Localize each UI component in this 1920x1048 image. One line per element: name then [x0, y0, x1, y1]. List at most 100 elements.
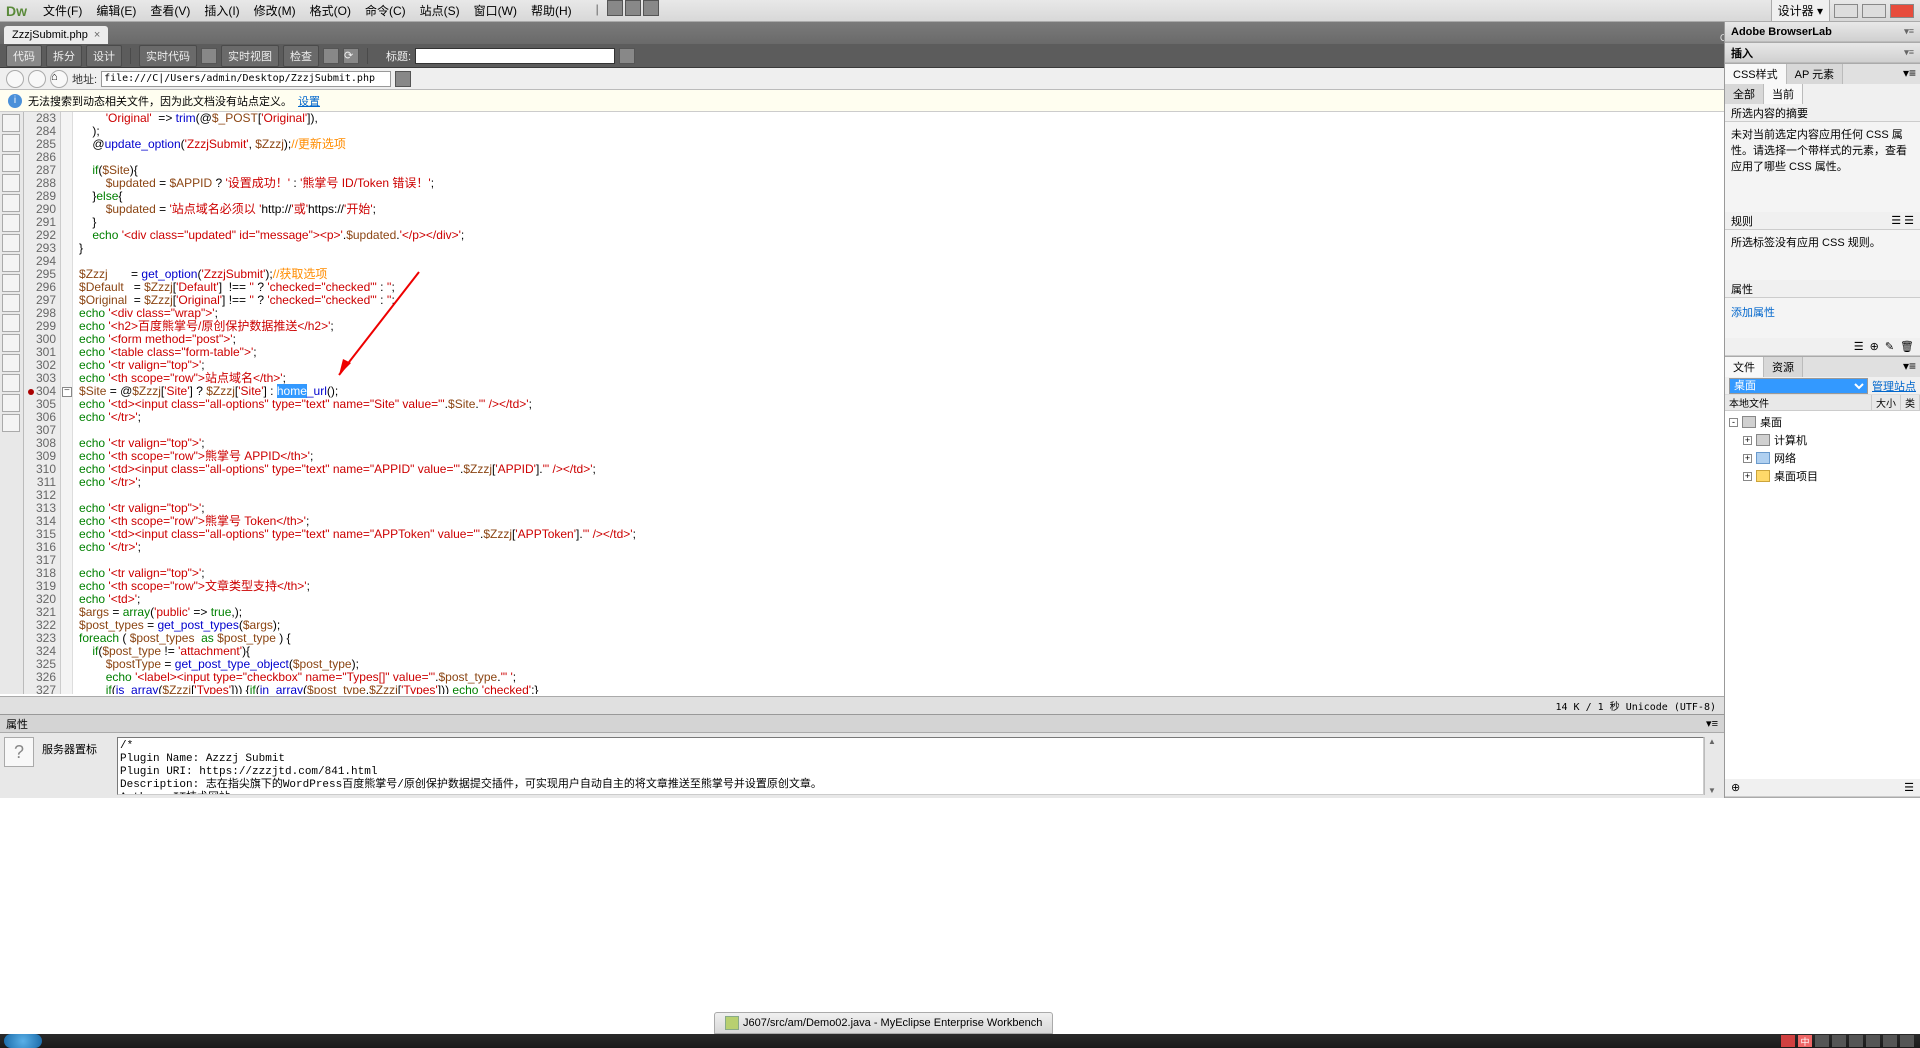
nav-fwd-icon[interactable] — [28, 70, 46, 88]
eclipse-title: J607/src/am/Demo02.java - MyEclipse Ente… — [743, 1017, 1042, 1029]
files-tab[interactable]: 文件 — [1725, 357, 1764, 377]
props-label: 服务器置标 — [42, 737, 97, 795]
ap-elements-tab[interactable]: AP 元素 — [1787, 64, 1844, 84]
properties-tab[interactable]: 属性 — [6, 716, 28, 732]
system-tray: 中 — [1781, 1035, 1920, 1047]
menu-commands[interactable]: 命令(C) — [359, 0, 412, 21]
code-tool[interactable] — [2, 194, 20, 212]
view-livecode-button[interactable]: 实时代码 — [139, 45, 197, 67]
main-menus: 文件(F) 编辑(E) 查看(V) 插入(I) 修改(M) 格式(O) 命令(C… — [37, 0, 659, 21]
css-tool-icon[interactable]: ⊕ — [1870, 340, 1879, 353]
code-tool[interactable] — [2, 214, 20, 232]
site-dropdown[interactable]: 桌面 — [1729, 378, 1868, 394]
designer-dropdown[interactable]: 设计器 ▾ — [1771, 0, 1830, 22]
close-button[interactable] — [1890, 4, 1914, 18]
fold-gutter — [61, 112, 73, 694]
title-input[interactable] — [415, 48, 615, 64]
view-code-button[interactable]: 代码 — [6, 45, 42, 67]
css-rules-header: 规则 — [1731, 213, 1753, 229]
files-log-icon[interactable]: ☰ — [1904, 781, 1914, 794]
tray-icon[interactable] — [1866, 1035, 1880, 1047]
code-tool[interactable] — [2, 294, 20, 312]
view-liveview-button[interactable]: 实时视图 — [221, 45, 279, 67]
code-content[interactable]: 'Original' => trim(@$_POST['Original']),… — [73, 112, 636, 694]
code-tool[interactable] — [2, 114, 20, 132]
menu-bar: Dw 文件(F) 编辑(E) 查看(V) 插入(I) 修改(M) 格式(O) 命… — [0, 0, 1920, 22]
view-split-button[interactable]: 拆分 — [46, 45, 82, 67]
css-tool-icon[interactable]: ☰ — [1854, 340, 1864, 353]
css-styles-tab[interactable]: CSS样式 — [1725, 64, 1787, 84]
menu-window[interactable]: 窗口(W) — [468, 0, 523, 21]
css-add-prop[interactable]: 添加属性 — [1731, 304, 1914, 320]
info-bar: i 无法搜索到动态相关文件，因为此文档没有站点定义。 设置 ⊗ — [0, 90, 1920, 112]
nav-back-icon[interactable] — [6, 70, 24, 88]
help-icon[interactable]: ? — [4, 737, 34, 767]
live-icon[interactable] — [201, 48, 217, 64]
code-tool[interactable] — [2, 174, 20, 192]
files-col-type[interactable]: 类 — [1901, 395, 1920, 410]
code-tool[interactable] — [2, 354, 20, 372]
code-editor[interactable]: 2832842852862872882892902912922932942952… — [24, 112, 1920, 694]
address-input[interactable] — [101, 71, 391, 87]
code-toolbar — [0, 112, 24, 694]
start-button[interactable] — [4, 1034, 42, 1048]
eclipse-taskbar-item[interactable]: J607/src/am/Demo02.java - MyEclipse Ente… — [714, 1012, 1053, 1034]
tray-icon[interactable] — [1900, 1035, 1914, 1047]
menu-file[interactable]: 文件(F) — [37, 0, 88, 21]
files-tool-icon[interactable]: ⊕ — [1731, 781, 1740, 794]
file-tree[interactable]: -桌面+计算机+网络+桌面项目 — [1725, 411, 1920, 487]
manage-sites-link[interactable]: 管理站点 — [1872, 378, 1916, 394]
extend-icon[interactable] — [625, 0, 641, 16]
panel-menu-icon[interactable]: ▾≡ — [1706, 717, 1718, 730]
maximize-button[interactable] — [1862, 4, 1886, 18]
css-current-tab[interactable]: 当前 — [1764, 84, 1803, 104]
code-tool[interactable] — [2, 134, 20, 152]
code-tool[interactable] — [2, 414, 20, 432]
view-inspect-button[interactable]: 检查 — [283, 45, 319, 67]
tray-icon[interactable] — [1832, 1035, 1846, 1047]
refresh-icon[interactable]: ⟳ — [343, 48, 359, 64]
minimize-button[interactable] — [1834, 4, 1858, 18]
info-link[interactable]: 设置 — [298, 93, 320, 109]
menu-modify[interactable]: 修改(M) — [248, 0, 302, 21]
close-tab-icon[interactable]: × — [94, 29, 100, 41]
view-design-button[interactable]: 设计 — [86, 45, 122, 67]
css-all-tab[interactable]: 全部 — [1725, 84, 1764, 104]
code-tool[interactable] — [2, 394, 20, 412]
tray-icon[interactable] — [1849, 1035, 1863, 1047]
nav-home-icon[interactable]: ⌂ — [50, 70, 68, 88]
tray-ime-icon[interactable]: 中 — [1798, 1035, 1812, 1047]
files-col-name[interactable]: 本地文件 — [1725, 395, 1872, 410]
side-panels: Adobe BrowserLab▾≡ 插入▾≡ CSS样式 AP 元素 ▾≡ 全… — [1724, 22, 1920, 798]
files-col-size[interactable]: 大小 — [1872, 395, 1901, 410]
tray-icon[interactable] — [1815, 1035, 1829, 1047]
tray-icon[interactable] — [1883, 1035, 1897, 1047]
code-tool[interactable] — [2, 234, 20, 252]
addr-folder-icon[interactable] — [395, 71, 411, 87]
browserlab-header[interactable]: Adobe BrowserLab — [1731, 26, 1832, 38]
code-tool[interactable] — [2, 254, 20, 272]
code-tool[interactable] — [2, 314, 20, 332]
doc-tab-active[interactable]: ZzzjSubmit.php × — [4, 26, 108, 44]
code-tool[interactable] — [2, 154, 20, 172]
css-tool-icon[interactable]: ✎ — [1885, 340, 1894, 353]
layout-icon[interactable] — [607, 0, 623, 16]
multiscreen-icon[interactable] — [323, 48, 339, 64]
site-icon[interactable] — [643, 0, 659, 16]
tray-icon[interactable] — [1781, 1035, 1795, 1047]
insert-header[interactable]: 插入 — [1731, 45, 1753, 61]
props-textarea[interactable]: /*Plugin Name: Azzzj SubmitPlugin URI: h… — [117, 737, 1704, 795]
menu-insert[interactable]: 插入(I) — [198, 0, 245, 21]
menu-view[interactable]: 查看(V) — [144, 0, 196, 21]
menu-help[interactable]: 帮助(H) — [525, 0, 578, 21]
css-tool-icon[interactable]: 🗑 — [1900, 340, 1914, 353]
filemgmt-icon[interactable] — [619, 48, 635, 64]
code-tool[interactable] — [2, 274, 20, 292]
menu-edit[interactable]: 编辑(E) — [90, 0, 142, 21]
code-tool[interactable] — [2, 334, 20, 352]
scrollbar[interactable] — [1704, 737, 1720, 795]
menu-site[interactable]: 站点(S) — [414, 0, 466, 21]
assets-tab[interactable]: 资源 — [1764, 357, 1803, 377]
code-tool[interactable] — [2, 374, 20, 392]
menu-format[interactable]: 格式(O) — [304, 0, 357, 21]
